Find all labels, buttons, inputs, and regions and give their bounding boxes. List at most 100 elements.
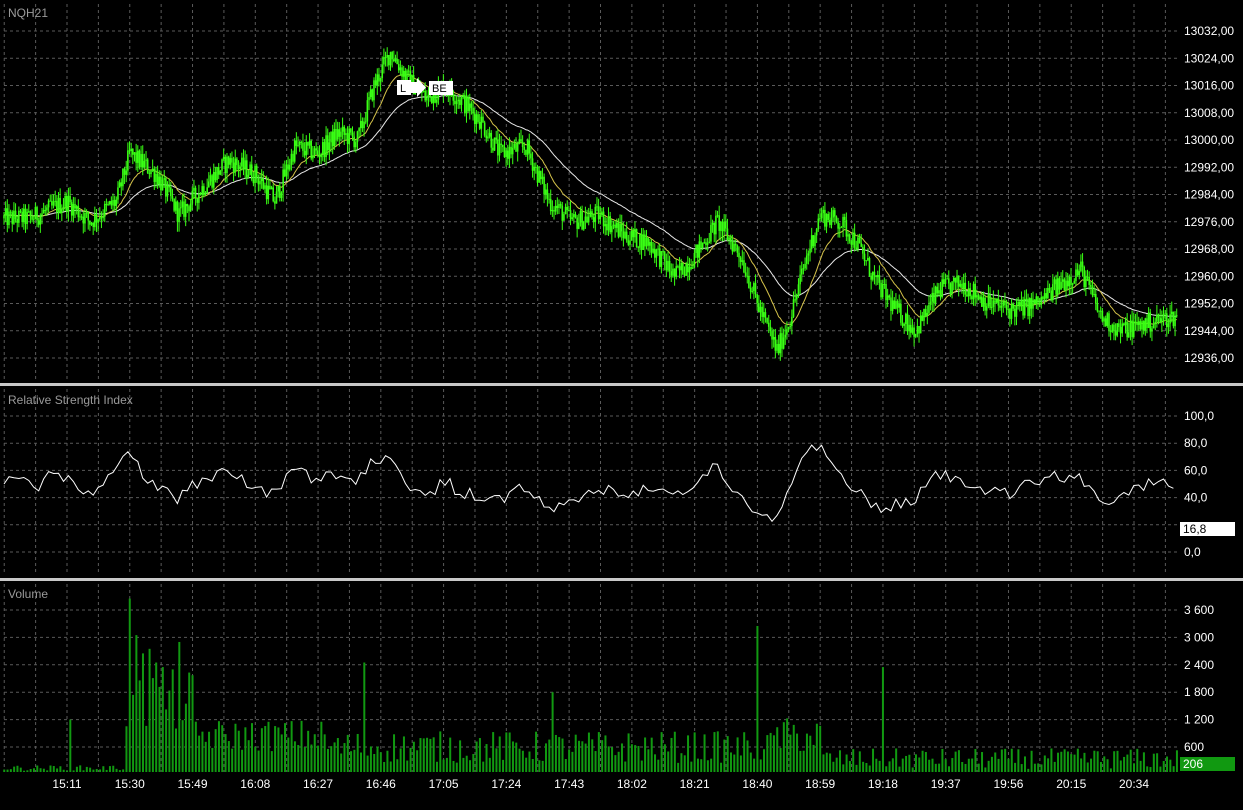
volume-bar xyxy=(911,767,914,772)
volume-bar xyxy=(132,694,135,772)
volume-bar xyxy=(307,730,310,772)
volume-bar xyxy=(313,734,316,772)
volume-bar xyxy=(393,734,396,772)
candle-body xyxy=(79,216,81,218)
candle-body xyxy=(308,140,311,146)
candle-body xyxy=(632,230,635,238)
candle-body xyxy=(838,227,841,229)
candle-body xyxy=(356,131,359,143)
volume-bar xyxy=(1076,748,1079,772)
candle-body xyxy=(459,99,461,105)
volume-bar xyxy=(19,767,22,772)
panel-separator[interactable] xyxy=(0,383,1243,386)
volume-bar xyxy=(957,750,960,772)
candle-body xyxy=(852,232,854,245)
volume-bar xyxy=(716,731,719,772)
volume-bar xyxy=(452,760,455,772)
volume-bar xyxy=(789,734,792,772)
volume-bar xyxy=(290,721,293,772)
candle-body xyxy=(300,141,303,143)
volume-bar xyxy=(108,766,111,772)
candle-body xyxy=(212,171,215,188)
volume-bar xyxy=(204,741,207,772)
candle-body xyxy=(229,158,232,165)
candle-body xyxy=(769,326,772,332)
volume-bar xyxy=(620,743,623,772)
candle-body xyxy=(198,193,200,203)
candle-body xyxy=(275,191,278,204)
candle-body xyxy=(42,209,45,214)
volume-bar xyxy=(971,758,974,772)
candle-body xyxy=(500,143,502,145)
candle-body xyxy=(966,294,968,297)
candle-body xyxy=(1009,309,1011,319)
candle-body xyxy=(579,210,582,223)
volume-bar xyxy=(1063,749,1066,772)
candle-body xyxy=(923,308,925,321)
rsi-tick-label: 80,0 xyxy=(1184,436,1208,450)
volume-bar xyxy=(1113,751,1116,772)
candle-body xyxy=(843,216,846,221)
candle-body xyxy=(305,141,308,156)
volume-bar xyxy=(79,765,82,772)
volume-bar xyxy=(776,727,779,772)
candle-body xyxy=(1151,328,1153,332)
candle-body xyxy=(280,192,283,199)
candle-body xyxy=(1091,286,1094,296)
candle-body xyxy=(812,235,815,247)
candle-body xyxy=(1103,318,1105,322)
time-tick-label: 17:43 xyxy=(554,777,584,791)
candle-body xyxy=(511,147,514,155)
candle-body xyxy=(199,193,202,195)
candle-body xyxy=(435,99,438,103)
volume-bar xyxy=(782,722,785,772)
candle-body xyxy=(863,253,866,262)
volume-bar xyxy=(918,757,921,772)
candle-body xyxy=(401,67,403,77)
candle-body xyxy=(77,206,80,218)
candle-body xyxy=(946,278,948,280)
candle-body xyxy=(346,133,349,144)
volume-bar xyxy=(759,759,762,772)
candle-body xyxy=(1038,302,1041,305)
candle-body xyxy=(1048,287,1051,291)
panel-separator-2[interactable] xyxy=(0,578,1243,581)
candle-body xyxy=(325,135,327,158)
candle-body xyxy=(19,210,22,212)
candle-body xyxy=(1108,313,1110,331)
candle-body xyxy=(366,100,369,122)
candle-body xyxy=(1023,298,1026,316)
volume-bar xyxy=(264,726,267,772)
volume-bar xyxy=(270,751,273,772)
candle-body xyxy=(335,129,337,140)
candle-body xyxy=(804,263,806,269)
volume-bar xyxy=(366,755,369,772)
candle-body xyxy=(1037,296,1039,303)
volume-bar xyxy=(419,738,422,772)
candle-body xyxy=(842,216,844,228)
candle-body xyxy=(573,214,575,218)
volume-bar xyxy=(478,738,481,772)
price-tick-label: 13008,00 xyxy=(1184,106,1234,120)
candle-body xyxy=(241,157,243,167)
volume-bar xyxy=(934,763,937,772)
candle-body xyxy=(321,142,324,154)
candle-body xyxy=(834,210,836,217)
volume-tick-label: 600 xyxy=(1184,740,1204,754)
candle-body xyxy=(406,70,408,81)
candle-body xyxy=(574,214,577,218)
candle-body xyxy=(615,222,618,228)
candle-body xyxy=(107,204,109,206)
candle-body xyxy=(766,317,768,323)
candle-body xyxy=(789,326,792,328)
candle-body xyxy=(1114,331,1117,336)
candle-body xyxy=(4,208,7,216)
candle-body xyxy=(1109,330,1112,332)
candle-body xyxy=(396,58,398,65)
candle-body xyxy=(1104,318,1107,326)
candle-body xyxy=(908,324,910,332)
candle-body xyxy=(663,251,666,261)
volume-bar xyxy=(660,732,663,772)
volume-bar xyxy=(799,750,802,772)
price-tick-label: 12936,00 xyxy=(1184,351,1234,365)
